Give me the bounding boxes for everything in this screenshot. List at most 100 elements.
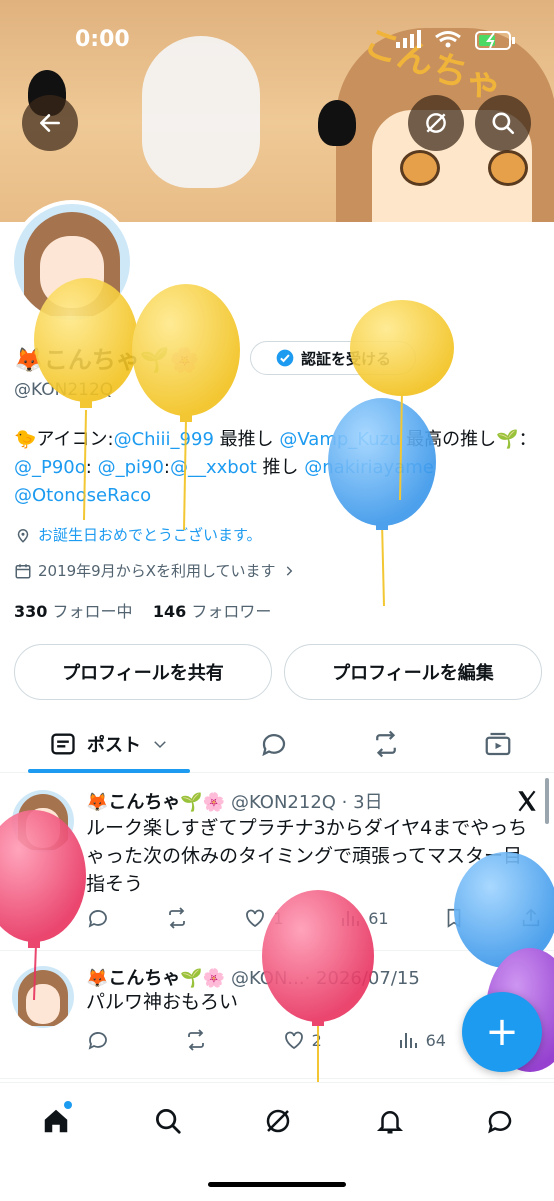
nav-notifications[interactable] <box>370 1101 410 1141</box>
views-count: 61 <box>368 908 389 928</box>
status-time: 0:00 <box>75 27 130 52</box>
like-count: 2 <box>311 1030 322 1050</box>
follow-counts: 330 フォロー中 146 フォロワー <box>14 598 271 622</box>
followers-link[interactable]: 146 フォロワー <box>153 602 272 621</box>
profile-handle: @KON212Q <box>14 380 114 400</box>
following-label: フォロー中 <box>52 602 133 621</box>
grok-icon <box>266 1109 290 1133</box>
x-logo-icon <box>518 790 536 812</box>
post-actions: 1 61 <box>86 906 542 930</box>
joined-row[interactable]: 2019年9月からXを利用しています <box>14 560 296 581</box>
repost-button[interactable] <box>184 1028 208 1052</box>
banner-eye-left <box>400 150 440 186</box>
reply-button[interactable] <box>86 1028 110 1052</box>
tab-posts[interactable]: ポスト <box>28 718 190 770</box>
post-author: 🦊こんちゃ🌱🌸 <box>86 792 226 813</box>
media-icon <box>485 732 511 756</box>
bio-mention[interactable]: @OtonoseRaco <box>14 485 151 506</box>
banner-ghost-drawing <box>142 36 260 188</box>
birthday-row: お誕生日おめでとうございます。 <box>14 524 262 545</box>
like-count: 1 <box>273 908 284 928</box>
post-meta: @KON...· 2026/07/15 <box>230 968 420 989</box>
home-indicator <box>208 1182 346 1187</box>
messages-icon <box>488 1110 512 1134</box>
verify-label: 認証を受ける <box>300 349 391 368</box>
post-avatar[interactable] <box>12 966 74 1028</box>
following-link[interactable]: 330 フォロー中 <box>14 602 133 621</box>
share-button[interactable] <box>520 906 542 930</box>
avatar-face <box>40 236 104 308</box>
bio-mention[interactable]: @__xxbot <box>170 457 257 478</box>
home-icon <box>44 1109 68 1133</box>
bio-mention[interactable]: @nakiriayame <box>304 457 434 478</box>
views-icon <box>342 911 360 926</box>
tab-reposts[interactable] <box>358 718 414 770</box>
bio-text: 🐤アイコン: <box>14 429 114 450</box>
bio-mention[interactable]: @Chiii_999 <box>114 429 214 450</box>
like-button[interactable]: 1 <box>243 906 284 930</box>
banner-cat-right <box>318 100 356 146</box>
search-button[interactable] <box>475 95 531 151</box>
banner-eye-right <box>488 150 528 186</box>
post-list-icon <box>51 733 75 755</box>
bookmark-icon <box>447 908 461 928</box>
nav-home[interactable] <box>36 1101 76 1141</box>
profile-avatar[interactable] <box>10 200 134 324</box>
bio-text: 最推し <box>213 429 280 450</box>
post-item[interactable]: 🦊こんちゃ🌱🌸 @KON212Q · 3日 ルーク楽しすぎてプラチナ3からダイヤ… <box>0 774 554 951</box>
share-profile-button[interactable]: プロフィールを共有 <box>14 644 272 700</box>
post-author: 🦊こんちゃ🌱🌸 <box>86 968 226 989</box>
bookmark-button[interactable] <box>443 906 465 930</box>
bio-mention[interactable]: @Vamp_Kuzu <box>279 429 400 450</box>
nav-messages[interactable] <box>480 1101 520 1141</box>
bio-mention[interactable]: @_pi90 <box>98 457 164 478</box>
views-button[interactable]: 64 <box>396 1028 446 1052</box>
notification-icon <box>376 1111 404 1134</box>
repost-icon <box>376 730 396 758</box>
profile-bio: 🐤アイコン:@Chiii_999 最推し @Vamp_Kuzu 最高の推し🌱： @… <box>14 426 548 510</box>
grok-button[interactable] <box>408 95 464 151</box>
tab-replies[interactable] <box>246 718 302 770</box>
chevron-down-icon <box>154 741 166 749</box>
edit-profile-button[interactable]: プロフィールを編集 <box>284 644 542 700</box>
joined-text: 2019年9月からXを利用しています <box>38 562 276 580</box>
location-icon <box>17 528 29 543</box>
repost-icon <box>187 1029 204 1051</box>
status-icons <box>396 28 526 57</box>
post-text: ルーク楽しすぎてプラチナ3からダイヤ4までやっちゃった次の休みのタイミングで頑張… <box>86 817 528 895</box>
views-button[interactable]: 61 <box>338 906 389 930</box>
display-name: 🦊こんちゃ🌱🌸 <box>14 346 200 374</box>
post-avatar[interactable] <box>12 790 74 852</box>
views-count: 64 <box>425 1030 446 1050</box>
reply-button[interactable] <box>86 906 110 930</box>
share-icon <box>522 908 540 927</box>
get-verified-button[interactable]: 認証を受ける <box>250 341 416 375</box>
following-count: 330 <box>14 602 48 621</box>
back-button[interactable] <box>22 95 78 151</box>
post-actions: 2 64 <box>86 1028 446 1052</box>
birthday-text[interactable]: お誕生日おめでとうございます。 <box>38 524 262 545</box>
bio-text: 最高の推し🌱： <box>400 429 537 450</box>
repost-icon <box>168 907 185 929</box>
profile-tabs: ポスト <box>0 718 554 773</box>
reply-icon <box>88 910 107 928</box>
grok-icon <box>426 113 446 133</box>
reply-icon <box>88 1032 107 1050</box>
repost-button[interactable] <box>165 906 189 930</box>
tab-media[interactable] <box>470 718 526 770</box>
compose-post-button[interactable]: + <box>462 992 542 1072</box>
like-icon <box>246 909 265 928</box>
like-button[interactable]: 2 <box>282 1028 322 1052</box>
home-unread-dot <box>64 1101 72 1109</box>
chevron-right-icon <box>286 565 292 576</box>
nav-search[interactable] <box>148 1101 188 1141</box>
views-icon <box>399 1033 417 1048</box>
nav-grok[interactable] <box>258 1101 298 1141</box>
scrollbar[interactable] <box>545 778 549 824</box>
post-meta: @KON212Q · 3日 <box>230 792 383 813</box>
reply-icon <box>262 734 286 757</box>
tab-posts-label: ポスト <box>87 735 141 756</box>
bio-mention[interactable]: @_P90o <box>14 457 86 478</box>
search-icon <box>156 1109 181 1134</box>
calendar-icon <box>15 563 31 578</box>
